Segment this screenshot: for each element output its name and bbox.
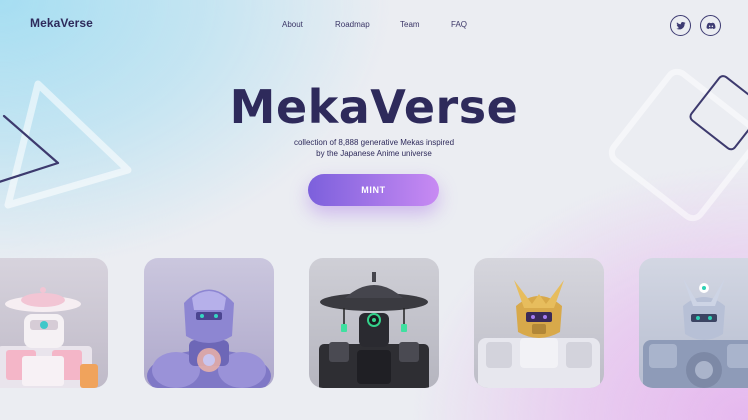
meka-card-3[interactable] (309, 258, 439, 388)
meka-card-5[interactable] (639, 258, 748, 388)
meka-card-1[interactable] (0, 258, 108, 388)
hero-subtitle: collection of 8,888 generative Mekas ins… (274, 137, 474, 159)
nav-item-team[interactable]: Team (400, 20, 420, 29)
hero-title: MekaVerse (229, 80, 519, 134)
mint-button[interactable]: MINT (308, 174, 439, 206)
meka-robot-2-image (147, 289, 271, 388)
meka-robot-5-image (643, 278, 748, 388)
meka-robot-3-image (319, 272, 429, 388)
twitter-button[interactable] (670, 15, 691, 36)
hero-subtitle-line-1: collection of 8,888 generative Mekas ins… (293, 138, 455, 147)
nav-item-about[interactable]: About (282, 20, 303, 29)
discord-button[interactable] (700, 15, 721, 36)
meka-card-2[interactable] (144, 258, 274, 388)
hero-subtitle-line-2: by the Japanese Anime universe (316, 149, 432, 158)
meka-robot-4-image (478, 280, 600, 388)
meka-card-4[interactable] (474, 258, 604, 388)
twitter-icon (675, 21, 686, 29)
nav-item-roadmap[interactable]: Roadmap (335, 20, 370, 29)
nav-item-faq[interactable]: FAQ (451, 20, 467, 29)
discord-icon (706, 22, 715, 29)
main-nav: About Roadmap Team FAQ (0, 20, 748, 34)
meka-robot-1-image (0, 287, 98, 388)
